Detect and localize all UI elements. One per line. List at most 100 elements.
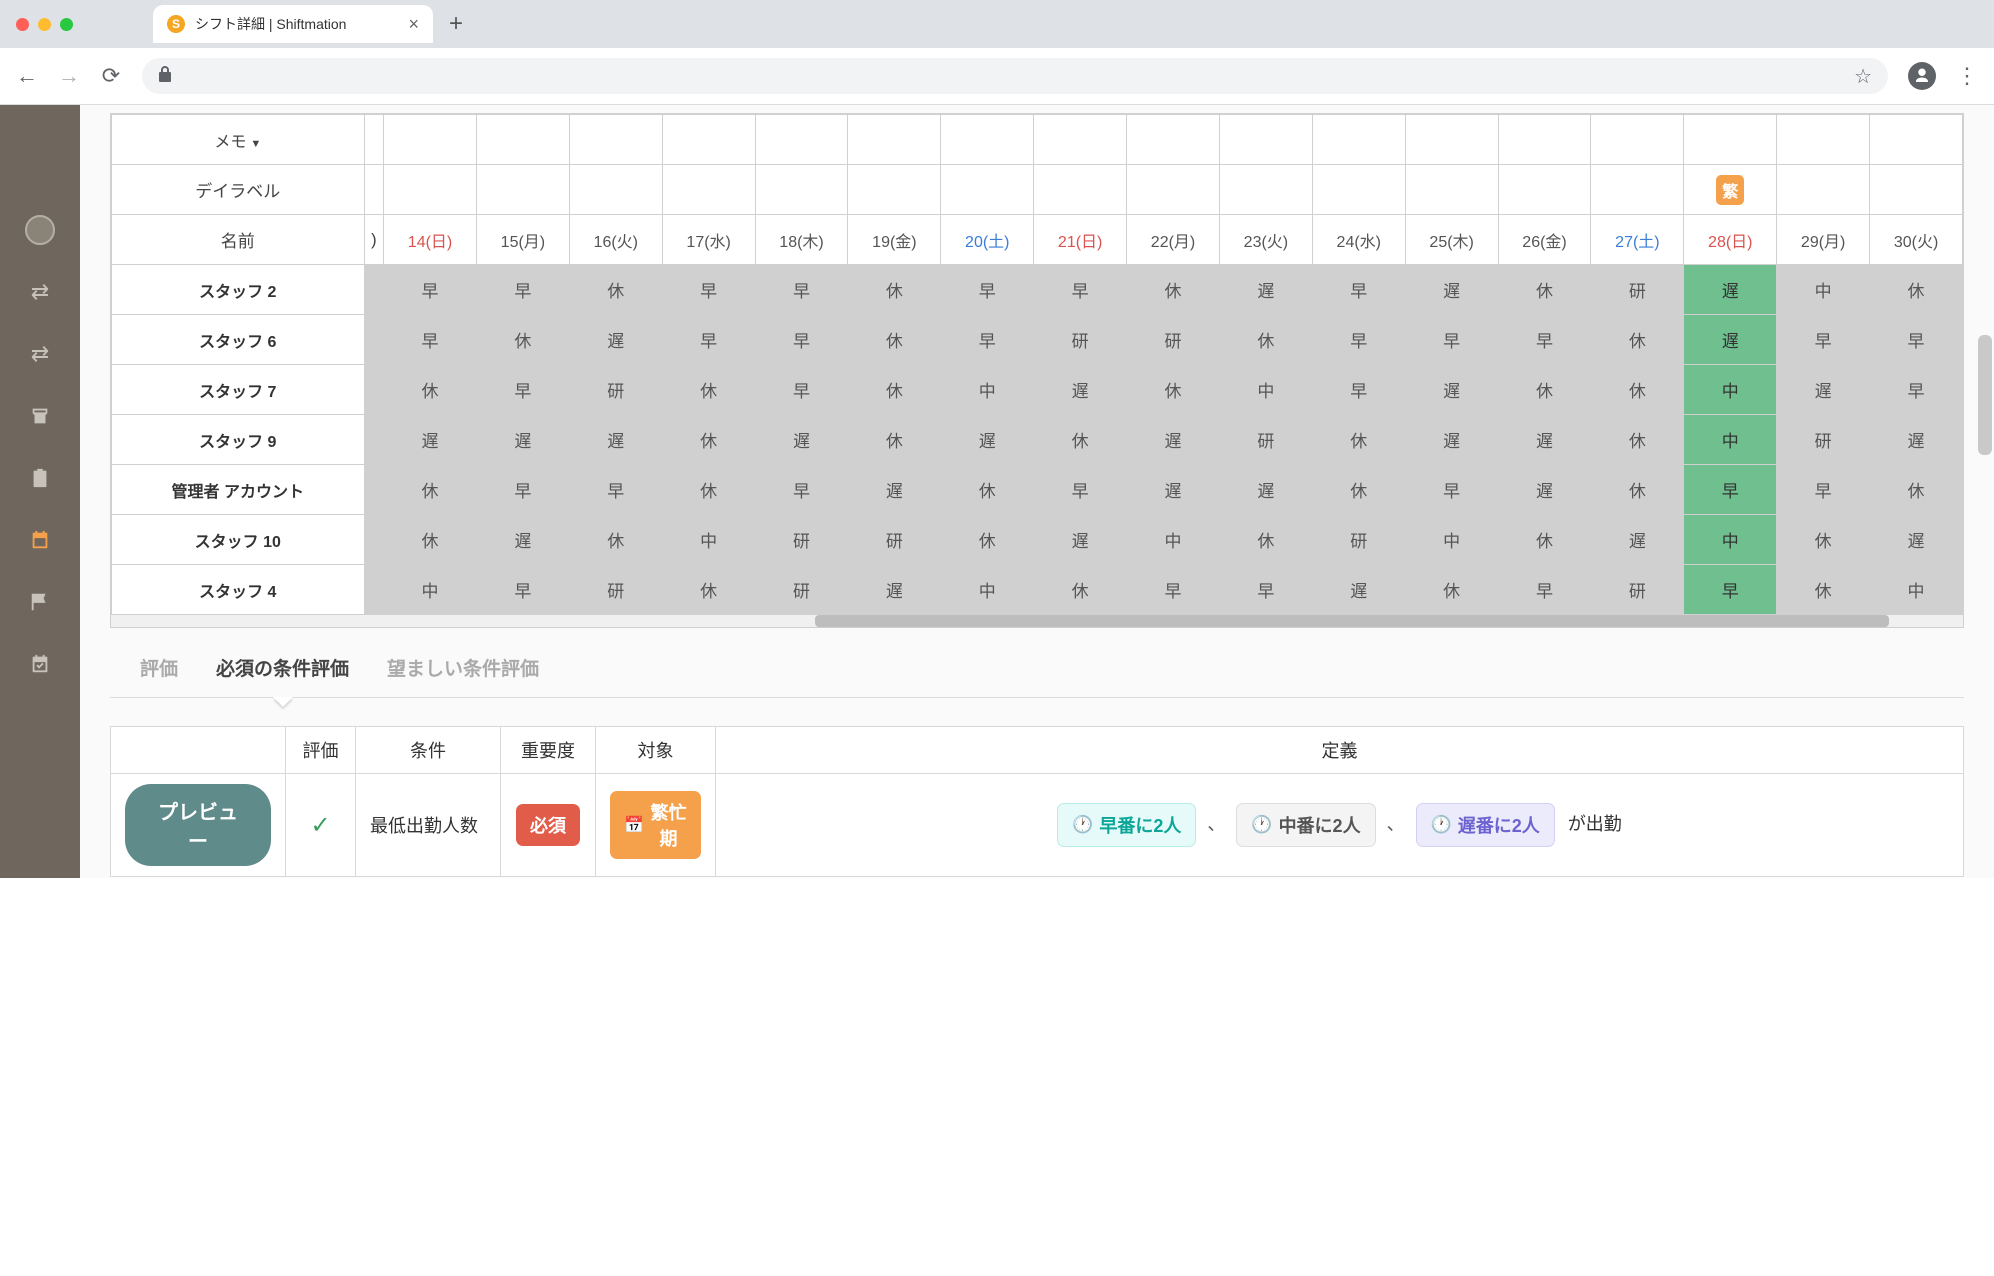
shift-cell[interactable]	[364, 415, 384, 465]
date-header[interactable]: 29(月)	[1777, 215, 1870, 265]
shift-cell[interactable]	[364, 565, 384, 615]
memo-cell[interactable]	[384, 115, 477, 165]
tab-summary[interactable]: 評価	[140, 654, 178, 697]
shift-cell[interactable]: 休	[569, 265, 662, 315]
shift-cell[interactable]: 休	[1219, 315, 1312, 365]
memo-cell[interactable]	[1312, 115, 1405, 165]
url-bar[interactable]: ☆	[142, 58, 1888, 94]
shift-cell[interactable]: 中	[384, 565, 477, 615]
preview-button[interactable]: プレビュー	[125, 784, 271, 866]
shift-cell[interactable]: 中	[1684, 415, 1777, 465]
shift-cell[interactable]: 研	[1591, 565, 1684, 615]
shift-cell[interactable]: 研	[1219, 415, 1312, 465]
daylabel-cell[interactable]	[569, 165, 662, 215]
vertical-scrollbar-thumb[interactable]	[1978, 335, 1992, 455]
forward-button[interactable]: →	[58, 65, 80, 87]
shift-cell[interactable]: 早	[476, 365, 569, 415]
shift-cell[interactable]: 研	[1591, 265, 1684, 315]
shift-cell[interactable]: 早	[755, 265, 848, 315]
daylabel-cell[interactable]	[1219, 165, 1312, 215]
memo-cell[interactable]	[1405, 115, 1498, 165]
shift-cell[interactable]: 遅	[1127, 465, 1220, 515]
daylabel-cell[interactable]	[1777, 165, 1870, 215]
daylabel-cell[interactable]	[1127, 165, 1220, 215]
shift-cell[interactable]: 早	[384, 315, 477, 365]
shift-cell[interactable]: 中	[662, 515, 755, 565]
shift-cell[interactable]: 遅	[1870, 515, 1963, 565]
shift-cell[interactable]: 早	[662, 315, 755, 365]
shift-cell[interactable]: 休	[384, 515, 477, 565]
shift-cell[interactable]: 早	[1684, 565, 1777, 615]
shift-cell[interactable]: 遅	[1034, 365, 1127, 415]
sidebar-avatar-icon[interactable]	[25, 215, 55, 245]
sidebar-calendar-icon[interactable]	[25, 525, 55, 555]
daylabel-cell[interactable]	[755, 165, 848, 215]
date-header[interactable]: 23(火)	[1219, 215, 1312, 265]
window-minimize-icon[interactable]	[38, 18, 51, 31]
daylabel-cell[interactable]	[1405, 165, 1498, 215]
staff-name[interactable]: スタッフ 6	[112, 315, 365, 365]
shift-cell[interactable]: 休	[662, 465, 755, 515]
shift-cell[interactable]: 研	[755, 565, 848, 615]
date-header[interactable]: 22(月)	[1127, 215, 1220, 265]
memo-cell[interactable]	[1219, 115, 1312, 165]
shift-cell[interactable]: 早	[755, 315, 848, 365]
date-header[interactable]: 17(水)	[662, 215, 755, 265]
daylabel-cell[interactable]	[364, 165, 384, 215]
shift-cell[interactable]	[364, 465, 384, 515]
shift-cell[interactable]: 遅	[1219, 265, 1312, 315]
shift-cell[interactable]: 遅	[1405, 415, 1498, 465]
shift-cell[interactable]: 休	[1034, 565, 1127, 615]
shift-cell[interactable]: 遅	[1034, 515, 1127, 565]
shift-cell[interactable]: 早	[1034, 465, 1127, 515]
shift-cell[interactable]: 遅	[1777, 365, 1870, 415]
shift-cell[interactable]: 遅	[1312, 565, 1405, 615]
shift-cell[interactable]: 早	[1034, 265, 1127, 315]
star-icon[interactable]: ☆	[1854, 64, 1872, 89]
shift-cell[interactable]: 中	[1219, 365, 1312, 415]
memo-cell[interactable]	[1684, 115, 1777, 165]
shift-cell[interactable]: 中	[1127, 515, 1220, 565]
shift-cell[interactable]: 休	[1498, 365, 1591, 415]
shift-cell[interactable]: 遅	[1498, 465, 1591, 515]
shift-cell[interactable]: 休	[1312, 465, 1405, 515]
shift-cell[interactable]: 休	[941, 465, 1034, 515]
shift-cell[interactable]: 休	[476, 315, 569, 365]
memo-cell[interactable]	[755, 115, 848, 165]
shift-cell[interactable]: 早	[941, 265, 1034, 315]
staff-name[interactable]: スタッフ 9	[112, 415, 365, 465]
shift-cell[interactable]	[364, 265, 384, 315]
memo-cell[interactable]	[1591, 115, 1684, 165]
shift-cell[interactable]: 中	[1684, 515, 1777, 565]
shift-cell[interactable]: 研	[1312, 515, 1405, 565]
shift-cell[interactable]: 早	[569, 465, 662, 515]
shift-cell[interactable]: 休	[1591, 415, 1684, 465]
shift-cell[interactable]: 休	[1777, 565, 1870, 615]
staff-name[interactable]: スタッフ 2	[112, 265, 365, 315]
date-header[interactable]: 18(木)	[755, 215, 848, 265]
shift-cell[interactable]: 中	[1684, 365, 1777, 415]
shift-cell[interactable]: 遅	[1405, 365, 1498, 415]
shift-cell[interactable]: 遅	[476, 515, 569, 565]
window-close-icon[interactable]	[16, 18, 29, 31]
shift-cell[interactable]: 遅	[569, 315, 662, 365]
date-header[interactable]: 19(金)	[848, 215, 941, 265]
sidebar-clipboard-icon[interactable]	[25, 463, 55, 493]
shift-cell[interactable]: 早	[384, 265, 477, 315]
date-header[interactable]: )	[364, 215, 384, 265]
shift-cell[interactable]: 休	[848, 415, 941, 465]
date-header[interactable]: 15(月)	[476, 215, 569, 265]
shift-cell[interactable]: 遅	[1405, 265, 1498, 315]
horizontal-scrollbar-thumb[interactable]	[815, 615, 1889, 627]
date-header[interactable]: 25(木)	[1405, 215, 1498, 265]
staff-name[interactable]: スタッフ 4	[112, 565, 365, 615]
sidebar-flag-icon[interactable]	[25, 587, 55, 617]
shift-cell[interactable]: 早	[1498, 565, 1591, 615]
shift-cell[interactable]: 休	[662, 365, 755, 415]
profile-icon[interactable]	[1908, 62, 1936, 90]
staff-name[interactable]: スタッフ 10	[112, 515, 365, 565]
window-maximize-icon[interactable]	[60, 18, 73, 31]
daylabel-cell[interactable]	[1034, 165, 1127, 215]
shift-cell[interactable]: 休	[1591, 315, 1684, 365]
sidebar-store-icon[interactable]	[25, 401, 55, 431]
